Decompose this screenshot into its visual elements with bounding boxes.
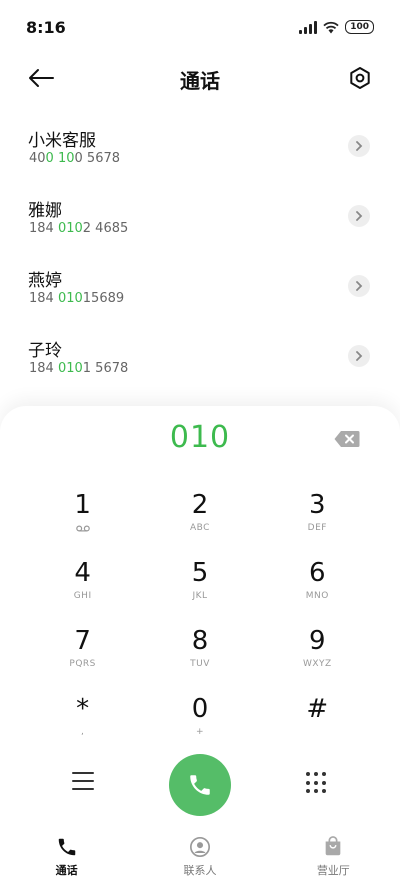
header: 通话 [0, 58, 400, 98]
status-icons: 100 [299, 20, 374, 34]
contact-item[interactable]: 雅娜 184 0102 4685 [0, 188, 400, 258]
voicemail-icon [75, 525, 90, 532]
contact-detail-button[interactable] [348, 275, 370, 297]
nav-item-service-hall[interactable]: 营业厅 [267, 826, 400, 889]
backspace-button[interactable] [334, 430, 360, 448]
key-6[interactable]: 6 MNO [259, 554, 376, 622]
key-1[interactable]: 1 [24, 486, 141, 554]
contact-item[interactable]: 小米客服 400 100 5678 [0, 118, 400, 188]
call-button[interactable] [169, 754, 231, 816]
nav-label: 营业厅 [316, 864, 350, 877]
contact-number: 400 100 5678 [29, 151, 121, 166]
key-9[interactable]: 9 WXYZ [259, 622, 376, 690]
contact-number: 184 0101 5678 [29, 361, 129, 376]
key-digit: # [306, 694, 329, 724]
phone-icon [190, 775, 210, 795]
contact-name: 小米客服 [28, 131, 96, 151]
key-digit: 0 [191, 694, 209, 724]
contact-detail-button[interactable] [348, 345, 370, 367]
phone-icon [58, 838, 75, 856]
gear-icon [350, 67, 370, 89]
key-letters: ABC [190, 523, 210, 533]
key-3[interactable]: 3 DEF [259, 486, 376, 554]
signal-icon [299, 20, 318, 34]
key-digit: 4 [74, 558, 91, 588]
key-letters: GHI [73, 591, 92, 601]
keypad: 1 2 ABC 3 DEF 4 GHI 5 JKL 6 MNO 7 PQRS 8… [24, 486, 376, 758]
nav-item-contacts[interactable]: 联系人 [133, 826, 266, 889]
menu-button[interactable] [72, 772, 94, 792]
contact-item[interactable]: 燕婷 184 01015689 [0, 258, 400, 328]
key-8[interactable]: 8 TUV [141, 622, 258, 690]
key-digit: 3 [309, 490, 326, 520]
key-digit: 9 [309, 626, 326, 656]
key-digit: * [76, 694, 90, 724]
dialpad-toggle-button[interactable] [306, 772, 328, 794]
key-letters: MNO [305, 591, 329, 601]
wifi-icon [323, 21, 339, 33]
person-icon [189, 837, 210, 857]
key-letters: DEF [307, 523, 327, 533]
contact-list: 小米客服 400 100 5678 雅娜 184 0102 4685 燕婷 18… [0, 118, 400, 398]
page-title: 通话 [180, 69, 220, 93]
chevron-right-icon [356, 141, 363, 151]
status-time: 8:16 [26, 18, 66, 37]
key-star[interactable]: * , [24, 690, 141, 758]
key-digit: 6 [309, 558, 326, 588]
dialpad-panel: 010 1 2 ABC 3 DEF 4 GHI 5 JKL 6 MNO 7 PQ… [0, 406, 400, 826]
key-letters: , [80, 727, 85, 737]
nav-label: 联系人 [183, 864, 217, 877]
key-5[interactable]: 5 JKL [141, 554, 258, 622]
bag-icon [325, 836, 341, 856]
key-digit: 8 [191, 626, 209, 656]
contact-item[interactable]: 子玲 184 0101 5678 [0, 328, 400, 398]
key-digit: 1 [74, 490, 91, 520]
contact-detail-button[interactable] [348, 135, 370, 157]
key-letters: TUV [190, 659, 210, 669]
battery-icon: 100 [345, 20, 374, 34]
chevron-right-icon [356, 351, 363, 361]
contact-name: 雅娜 [28, 201, 62, 221]
key-digit: 7 [74, 626, 91, 656]
key-4[interactable]: 4 GHI [24, 554, 141, 622]
contact-name: 子玲 [28, 341, 62, 361]
key-digit: 2 [191, 490, 209, 520]
settings-button[interactable] [346, 64, 374, 92]
key-digit: 5 [191, 558, 209, 588]
key-letters: + [195, 727, 205, 737]
key-2[interactable]: 2 ABC [141, 486, 258, 554]
key-hash[interactable]: # [259, 690, 376, 758]
key-letters: PQRS [69, 659, 96, 669]
key-0[interactable]: 0 + [141, 690, 258, 758]
key-letters: JKL [192, 591, 208, 601]
key-7[interactable]: 7 PQRS [24, 622, 141, 690]
bottom-nav: 通话 联系人 营业厅 [0, 826, 400, 889]
backspace-icon [334, 431, 360, 447]
chevron-right-icon [356, 281, 363, 291]
contact-number: 184 0102 4685 [29, 221, 129, 236]
nav-label: 通话 [55, 864, 78, 877]
contact-detail-button[interactable] [348, 205, 370, 227]
nav-item-calls[interactable]: 通话 [0, 826, 133, 889]
key-letters: WXYZ [302, 659, 332, 669]
chevron-right-icon [356, 211, 363, 221]
status-bar: 8:16 100 [0, 0, 400, 56]
contact-number: 184 01015689 [29, 291, 125, 306]
contact-name: 燕婷 [28, 271, 62, 291]
